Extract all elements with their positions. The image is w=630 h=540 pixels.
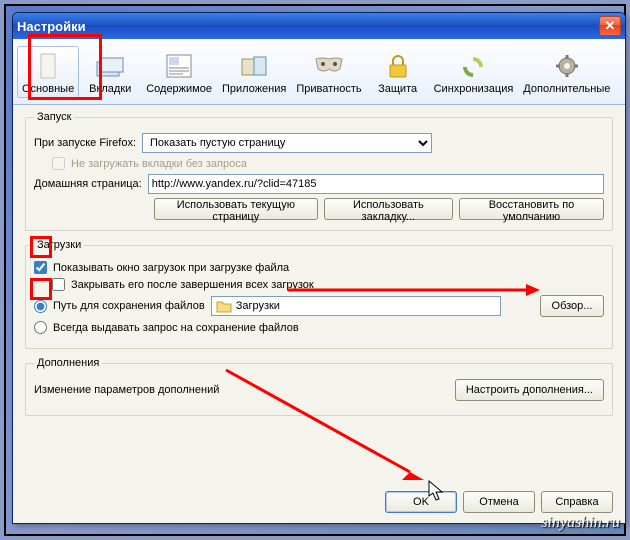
addons-text: Изменение параметров дополнений bbox=[34, 384, 219, 396]
on-start-select[interactable]: Показать пустую страницу bbox=[142, 133, 432, 153]
tabs-icon bbox=[94, 51, 126, 81]
always-ask-label: Всегда выдавать запрос на сохранение фай… bbox=[53, 322, 299, 334]
folder-icon bbox=[216, 299, 232, 313]
watermark: sinyashin.ru bbox=[541, 514, 620, 532]
tab-label: Приватность bbox=[296, 83, 361, 95]
always-ask-radio[interactable] bbox=[34, 321, 47, 334]
save-location-text: Загрузки bbox=[236, 300, 280, 312]
startup-group: Запуск При запуске Firefox: Показать пус… bbox=[25, 111, 613, 231]
gear-icon bbox=[551, 51, 583, 81]
group-legend: Запуск bbox=[34, 111, 74, 123]
tab-security[interactable]: Защита bbox=[367, 46, 429, 98]
use-current-button[interactable]: Использовать текущую страницу bbox=[154, 198, 318, 220]
tab-label: Синхронизация bbox=[434, 83, 514, 95]
lock-icon bbox=[382, 51, 414, 81]
save-to-label: Путь для сохранения файлов bbox=[53, 300, 205, 312]
dont-load-tabs-label: Не загружать вкладки без запроса bbox=[71, 158, 247, 170]
applications-icon bbox=[238, 51, 270, 81]
titlebar[interactable]: Настройки ✕ bbox=[13, 13, 625, 39]
window-title: Настройки bbox=[17, 19, 86, 34]
homepage-input[interactable] bbox=[148, 174, 604, 194]
tab-label: Приложения bbox=[222, 83, 286, 95]
help-button[interactable]: Справка bbox=[541, 491, 613, 513]
privacy-mask-icon bbox=[313, 51, 345, 81]
close-icon[interactable]: ✕ bbox=[599, 16, 621, 36]
panel-body: Запуск При запуске Firefox: Показать пус… bbox=[13, 105, 625, 485]
save-location-field[interactable]: Загрузки bbox=[211, 296, 501, 316]
browse-button[interactable]: Обзор... bbox=[540, 295, 604, 317]
show-downloads-window-label: Показывать окно загрузок при загрузке фа… bbox=[53, 262, 289, 274]
group-legend: Дополнения bbox=[34, 357, 102, 369]
tab-label: Вкладки bbox=[89, 83, 131, 95]
toolbar: Основные Вкладки Содержимое Приложения П… bbox=[13, 39, 625, 105]
tab-applications[interactable]: Приложения bbox=[217, 46, 291, 98]
cancel-button[interactable]: Отмена bbox=[463, 491, 535, 513]
dont-load-tabs-checkbox bbox=[52, 157, 65, 170]
save-to-radio[interactable] bbox=[34, 300, 47, 313]
homepage-label: Домашняя страница: bbox=[34, 178, 142, 190]
tab-label: Дополнительные bbox=[523, 83, 610, 95]
use-bookmark-button[interactable]: Использовать закладку... bbox=[324, 198, 453, 220]
show-downloads-window-checkbox[interactable] bbox=[34, 261, 47, 274]
tab-general[interactable]: Основные bbox=[17, 46, 79, 98]
sync-icon bbox=[457, 51, 489, 81]
tab-sync[interactable]: Синхронизация bbox=[429, 46, 519, 98]
restore-default-button[interactable]: Восстановить по умолчанию bbox=[459, 198, 604, 220]
close-after-label: Закрывать его после завершения всех загр… bbox=[71, 279, 314, 291]
tab-content[interactable]: Содержимое bbox=[141, 46, 217, 98]
downloads-group: Загрузки Показывать окно загрузок при за… bbox=[25, 239, 613, 349]
tab-label: Защита bbox=[378, 83, 417, 95]
addons-group: Дополнения Изменение параметров дополнен… bbox=[25, 357, 613, 416]
general-icon bbox=[32, 51, 64, 81]
close-after-checkbox[interactable] bbox=[52, 278, 65, 291]
ok-button[interactable]: OK bbox=[385, 491, 457, 513]
tab-privacy[interactable]: Приватность bbox=[291, 46, 366, 98]
tab-tabs[interactable]: Вкладки bbox=[79, 46, 141, 98]
tab-label: Содержимое bbox=[146, 83, 212, 95]
on-start-label: При запуске Firefox: bbox=[34, 137, 136, 149]
content-icon bbox=[163, 51, 195, 81]
tab-label: Основные bbox=[22, 83, 74, 95]
manage-addons-button[interactable]: Настроить дополнения... bbox=[455, 379, 604, 401]
dialog-button-bar: OK Отмена Справка bbox=[13, 485, 625, 523]
settings-window: Настройки ✕ Основные Вкладки Содержимое bbox=[12, 12, 626, 524]
tab-advanced[interactable]: Дополнительные bbox=[518, 46, 615, 98]
group-legend: Загрузки bbox=[34, 239, 84, 251]
